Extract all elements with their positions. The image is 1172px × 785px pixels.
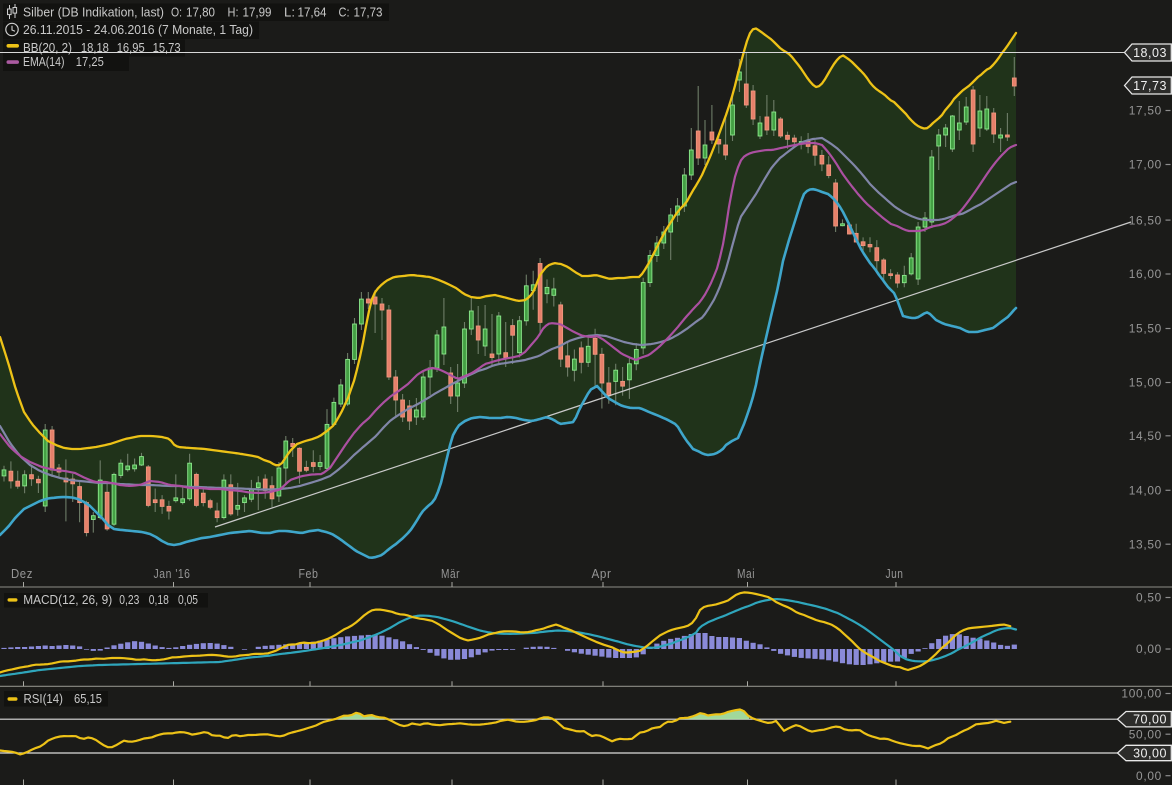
- svg-text:L:: L:: [284, 6, 295, 20]
- svg-text:17,64: 17,64: [298, 6, 327, 20]
- svg-text:0,23: 0,23: [119, 593, 139, 607]
- svg-text:15,50: 15,50: [1129, 322, 1162, 336]
- svg-text:100,00: 100,00: [1121, 687, 1162, 701]
- svg-text:Feb: Feb: [299, 566, 319, 581]
- svg-text:17,25: 17,25: [76, 55, 104, 69]
- svg-text:13,50: 13,50: [1129, 537, 1162, 551]
- svg-text:0,05: 0,05: [178, 593, 198, 607]
- svg-text:O:: O:: [171, 6, 182, 20]
- svg-text:Silber (DB Indikation, last): Silber (DB Indikation, last): [23, 6, 164, 20]
- svg-text:Jan '16: Jan '16: [154, 566, 191, 581]
- svg-text:17,00: 17,00: [1129, 158, 1162, 172]
- svg-text:0,00: 0,00: [1136, 642, 1162, 656]
- svg-text:C:: C:: [339, 6, 350, 20]
- svg-text:RSI(14): RSI(14): [24, 692, 64, 706]
- svg-text:17,73: 17,73: [354, 6, 383, 20]
- svg-text:30,00: 30,00: [1133, 747, 1167, 761]
- svg-text:H:: H:: [228, 6, 239, 20]
- svg-text:Jun: Jun: [886, 566, 904, 581]
- svg-text:18,03: 18,03: [1133, 46, 1167, 60]
- svg-text:65,15: 65,15: [74, 692, 102, 706]
- svg-text:Dez: Dez: [11, 566, 33, 581]
- svg-text:Apr: Apr: [592, 566, 612, 581]
- svg-text:14,00: 14,00: [1129, 484, 1162, 498]
- svg-text:Mai: Mai: [737, 566, 755, 581]
- svg-text:EMA(14): EMA(14): [23, 55, 65, 69]
- svg-text:15,00: 15,00: [1129, 376, 1162, 390]
- svg-text:0,50: 0,50: [1136, 591, 1162, 605]
- svg-text:16,50: 16,50: [1129, 213, 1162, 227]
- svg-text:17,99: 17,99: [243, 6, 272, 20]
- svg-text:50,00: 50,00: [1129, 727, 1162, 741]
- svg-text:70,00: 70,00: [1133, 713, 1167, 727]
- svg-text:0,18: 0,18: [149, 593, 169, 607]
- svg-text:MACD(12, 26, 9): MACD(12, 26, 9): [23, 593, 112, 607]
- svg-text:Mär: Mär: [441, 566, 460, 581]
- svg-text:26.11.2015 - 24.06.2016 (7 Mon: 26.11.2015 - 24.06.2016 (7 Monate, 1 Tag…: [23, 23, 253, 37]
- svg-text:17,73: 17,73: [1133, 79, 1167, 93]
- svg-text:16,00: 16,00: [1129, 267, 1162, 281]
- svg-text:0,00: 0,00: [1136, 769, 1162, 783]
- svg-text:14,50: 14,50: [1129, 429, 1162, 443]
- svg-text:17,80: 17,80: [186, 6, 215, 20]
- svg-text:17,50: 17,50: [1129, 104, 1162, 118]
